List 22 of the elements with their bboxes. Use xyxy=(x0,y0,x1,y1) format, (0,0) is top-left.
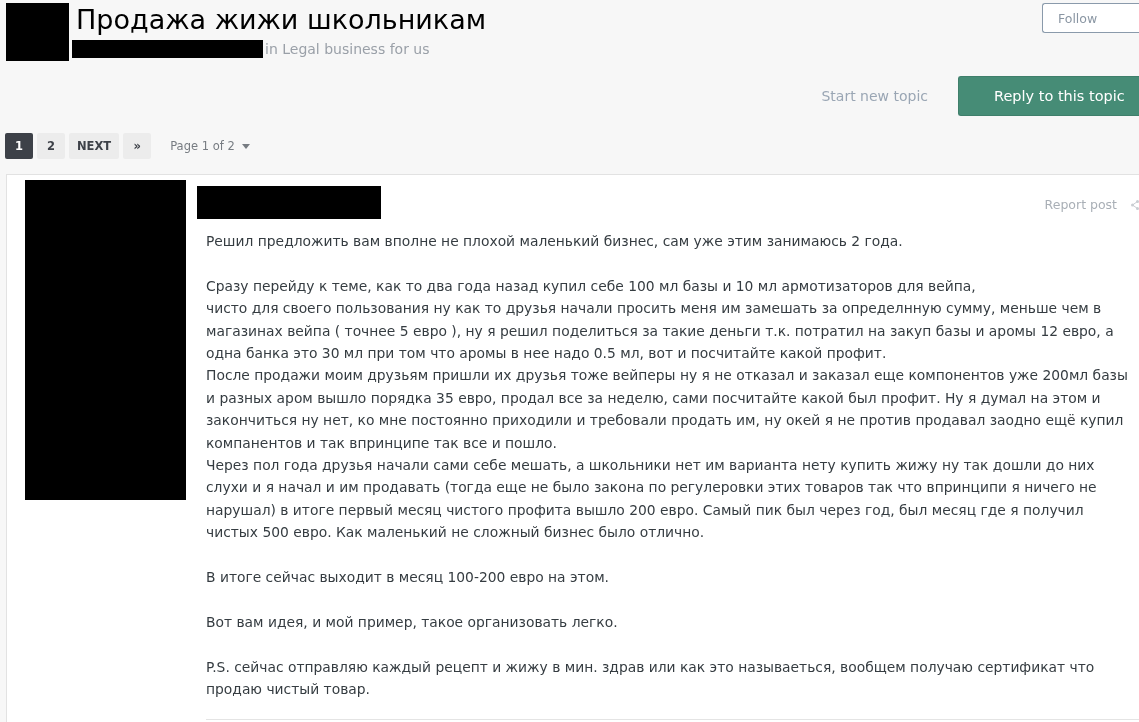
follow-button[interactable]: Follow xyxy=(1042,3,1139,33)
start-topic-link[interactable]: Start new topic xyxy=(821,88,928,104)
topic-title: Продажа жижи школьникам xyxy=(76,3,487,37)
last-page-button[interactable]: » xyxy=(123,133,152,159)
post-paragraph: В итоге сейчас выходит в месяц 100-200 евро на этом. xyxy=(206,568,610,588)
report-post-link[interactable]: Report post xyxy=(1044,197,1117,212)
next-page-button[interactable]: NEXT xyxy=(69,133,120,159)
post-paragraph: После продажи моим друзьям пришли их друзья тоже вейперы ну я не отказал и заказал еще компонентов уже 200мл базы и разных аром вышло порядка 35 евро, продал все за неделю, сами посчитайте какой был профит. Ну я думал на этом и закончиться ну нет, ко мне постоянно приходили и требовали продать им, ну окей я не против продавал заодно ещё купил компанентов и так впринципе так все и пошло. xyxy=(206,366,1129,453)
forum-breadcrumb: in Legal business for us xyxy=(265,41,430,57)
reply-button[interactable]: Reply to this topic xyxy=(958,76,1139,116)
post-paragraph: Сразу перейду к теме, как то два года назад купил себе 100 мл базы и 10 мл армотизаторов для вейпа, xyxy=(206,276,977,296)
page-button[interactable]: 1 xyxy=(5,133,33,159)
post-paragraph: Через пол года друзья начали сами себе мешать, а школьники нет им варианта нету купить жижу ну так дошли до них слухи и я начал и им продавать (тогда еще не было закона по регулеровки этих товаров так что впринципи я ничего не нарушал) в итоге первый месяц чистого профита вышло 200 евро. Самый пик был через год, был месяц где я получил чистых 500 евро. Как маленький не сложный бизнес было отлично. xyxy=(206,456,1098,543)
page-jump-dropdown[interactable]: Page 1 of 2 xyxy=(170,139,250,153)
post-paragraph: Решил предложить вам вполне не плохой маленький бизнес, сам уже этим занимаюсь 2 года. xyxy=(206,232,904,251)
redaction-block xyxy=(6,3,69,61)
page-button[interactable]: 2 xyxy=(37,133,65,159)
post-paragraph: P.S. сейчас отправляю каждый рецепт и жижу в мин. здрав или как это называеться, вообщем получаю сертификат что продаю чистый товар. xyxy=(206,657,1096,700)
post-paragraph: чисто для своего пользования ну как то друзья начали просить меня им замешать за определнную сумму, меньше чем в магазинах вейпа ( точнее 5 евро ), ну я решил поделиться за такие деньги т.к. потратил на закуп базы и аромы 12 евро, а одна банка это 30 мл при том что аромы в нее надо 0.5 мл, вот и посчитайте какой профит. xyxy=(206,299,1115,363)
caret-icon xyxy=(241,143,250,149)
post-paragraph: Вот вам идея, и мой пример, такое организовать легко. xyxy=(206,612,619,632)
share-icon[interactable] xyxy=(1131,199,1139,210)
